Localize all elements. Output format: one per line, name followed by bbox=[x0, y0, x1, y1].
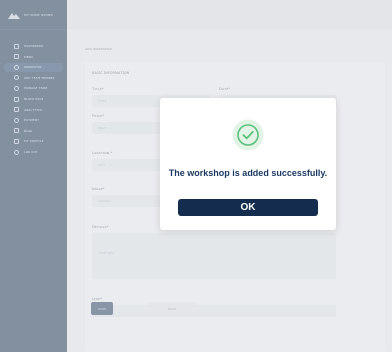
check-circle-icon bbox=[232, 119, 264, 151]
dialog-message: The workshop is added successfully. bbox=[168, 168, 328, 178]
ok-button[interactable]: OK bbox=[178, 199, 318, 216]
success-dialog: The workshop is added successfully. OK bbox=[160, 98, 336, 230]
